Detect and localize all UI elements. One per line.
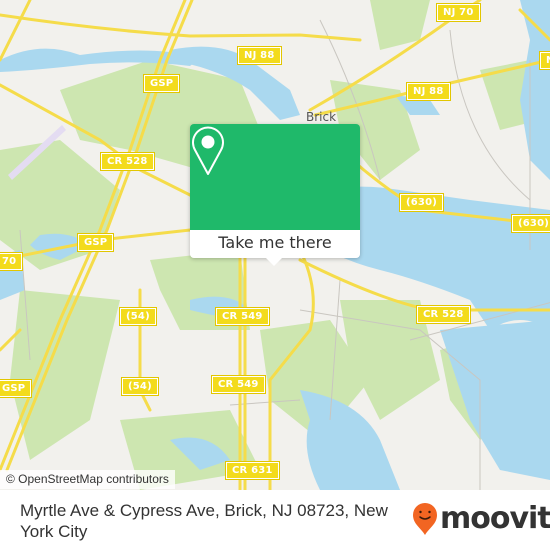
footer: Myrtle Ave & Cypress Ave, Brick, NJ 0872…: [0, 490, 550, 550]
road-shield-70: 70: [0, 252, 24, 271]
road-shield-gsp: GSP: [142, 74, 181, 93]
road-shield-cr528: CR 528: [100, 152, 155, 171]
road-shield-54: (54): [121, 377, 159, 396]
take-me-there-button[interactable]: Take me there: [190, 230, 360, 258]
road-shield-cr528: CR 528: [416, 305, 471, 324]
road-shield-54: (54): [119, 307, 157, 326]
road-shield-nj88: NJ 88: [406, 82, 451, 101]
map-view[interactable]: Brick NJ 70 NJ 88 NJ 88 GSP CR 528 GSP 7…: [0, 0, 550, 490]
road-shield-cr549: CR 549: [211, 375, 266, 394]
location-popup: Take me there: [190, 124, 360, 266]
popup-pointer: [265, 257, 283, 266]
brand-name: moovit: [440, 501, 550, 536]
map-pin-icon: [192, 126, 224, 175]
address-text: Myrtle Ave & Cypress Ave, Brick, NJ 0872…: [20, 501, 388, 541]
road-shield-nj88: NJ 88: [237, 46, 282, 65]
map-attribution[interactable]: © OpenStreetMap contributors: [0, 470, 175, 489]
road-shield-cr549: CR 549: [215, 307, 270, 326]
road-shield-nj70: NJ 70: [539, 51, 550, 70]
road-shield-630: (630): [398, 193, 445, 212]
road-shield-nj70: NJ 70: [436, 3, 481, 22]
road-shield-cr631: CR 631: [225, 461, 280, 480]
road-shield-gsp: GSP: [0, 379, 33, 398]
place-label-brick: Brick: [306, 110, 337, 124]
popup-header: [190, 124, 360, 230]
moovit-smiley-pin-icon: [413, 503, 437, 535]
moovit-logo[interactable]: moovit: [412, 502, 550, 536]
road-shield-630: (630): [510, 214, 550, 233]
road-shield-gsp: GSP: [76, 233, 115, 252]
